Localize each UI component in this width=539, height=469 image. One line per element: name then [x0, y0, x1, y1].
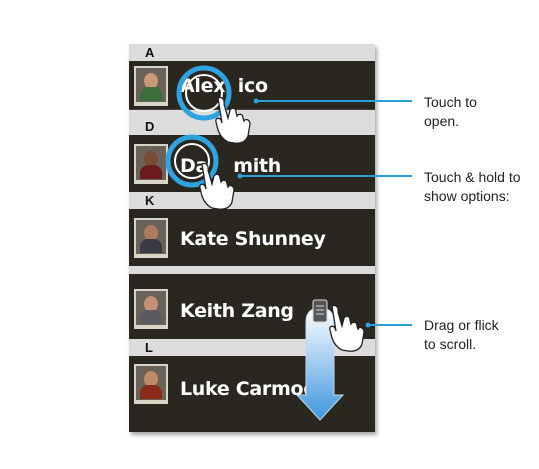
hand-pointer-icon — [199, 162, 235, 210]
callout-line: Drag or flick — [424, 317, 499, 333]
callout-line: Touch to — [424, 94, 477, 110]
annotation-overlay — [165, 65, 412, 421]
hand-pointer-icon — [329, 304, 365, 352]
callout-line: Touch & hold to — [424, 169, 521, 185]
callout-line: to scroll. — [424, 336, 477, 352]
callout-hold: Touch & hold to show options: — [424, 168, 521, 206]
callout-leader-lines — [237, 98, 412, 328]
hand-pointer-icon — [215, 96, 251, 144]
callout-drag: Drag or flick to scroll. — [424, 316, 499, 354]
callout-line: open. — [424, 113, 460, 129]
fast-scroll-thumb-icon[interactable] — [312, 299, 328, 323]
callout-line: show options: — [424, 188, 510, 204]
callout-touch: Touch to open. — [424, 93, 477, 131]
